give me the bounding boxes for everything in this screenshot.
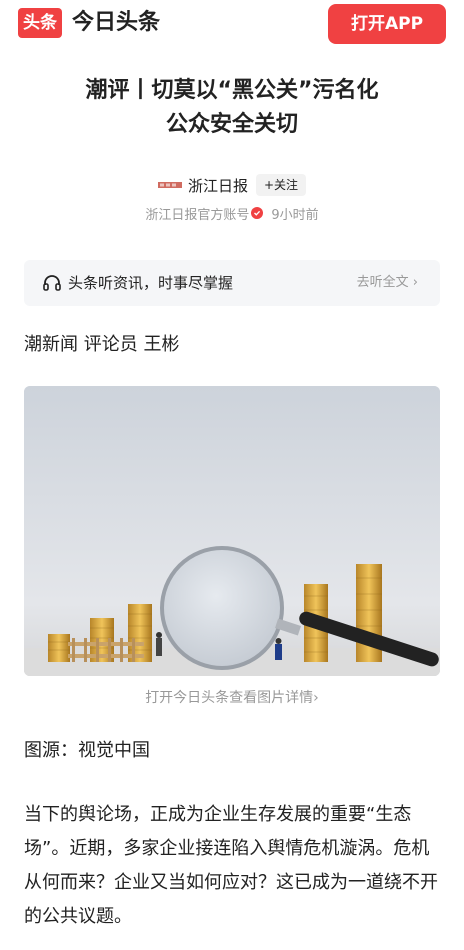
- app-name[interactable]: 今日头条: [72, 8, 160, 38]
- meta-row: 浙江日报官方账号 9小时前: [0, 202, 464, 224]
- open-app-button[interactable]: 打开APP: [328, 4, 446, 44]
- newspaper-logo-icon: [157, 179, 182, 191]
- author-row: 浙江日报 +关注: [0, 172, 464, 198]
- byline: 潮新闻 评论员 王彬: [24, 334, 180, 355]
- follow-button[interactable]: +关注: [255, 174, 307, 196]
- toutiao-logo-badge[interactable]: 头条: [18, 8, 62, 38]
- listen-text: 头条听资讯，时事尽掌握: [68, 274, 234, 292]
- publish-time: 9小时前: [271, 207, 319, 223]
- article-title: 潮评丨切莫以“黑公关”污名化 公众安全关切: [30, 74, 434, 142]
- top-bar: 头条 今日头条 打开APP: [0, 0, 464, 50]
- article-image[interactable]: [24, 386, 440, 676]
- headphones-icon: [42, 273, 62, 293]
- image-caption-link[interactable]: 打开今日头条查看图片详情›: [0, 686, 464, 710]
- listen-full-link[interactable]: 去听全文 ›: [357, 260, 418, 306]
- title-line-2: 公众安全关切: [165, 112, 298, 137]
- title-line-1: 潮评丨切莫以“黑公关”污名化: [85, 78, 379, 103]
- image-source: 图源：视觉中国: [24, 740, 150, 761]
- listen-bar[interactable]: 头条听资讯，时事尽掌握 去听全文 ›: [24, 260, 440, 306]
- account-label: 浙江日报官方账号: [145, 207, 250, 223]
- article-paragraph: 当下的舆论场，正成为企业生存发展的重要“生态场”。近期，多家企业接连陷入舆情危机…: [24, 804, 438, 927]
- author-name[interactable]: 浙江日报: [188, 175, 248, 196]
- verified-icon: [251, 207, 264, 219]
